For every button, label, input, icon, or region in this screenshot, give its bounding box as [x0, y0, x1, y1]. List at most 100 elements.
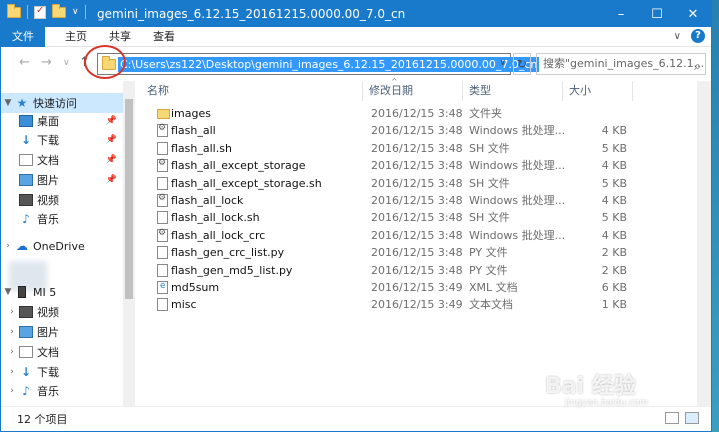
table-row[interactable]: flash_all_lock.sh 2016/12/15 3:48 SH 文件 5 K…: [141, 209, 697, 226]
table-row[interactable]: flash_all_except_storage 2016/12/15 3:48 W…: [141, 157, 697, 174]
tab-home[interactable]: 主页: [55, 27, 97, 47]
recent-locations-chevron-icon[interactable]: ∨: [63, 58, 70, 68]
file-icon: [157, 263, 168, 277]
table-row[interactable]: flash_gen_md5_list.py 2016/12/15 3:48 PY 文…: [141, 262, 697, 279]
desktop-icon: [19, 115, 33, 127]
customize-toolbar-chevron-icon[interactable]: ∨: [72, 7, 79, 17]
sidebar-item-label: 图片: [37, 326, 59, 339]
sidebar-scrollbar[interactable]: [123, 81, 135, 406]
collapsed-chevron-icon[interactable]: ›: [1, 241, 15, 251]
expanded-chevron-icon[interactable]: ▼: [1, 98, 15, 108]
tab-share[interactable]: 共享: [99, 27, 141, 47]
sidebar-item-device-music[interactable]: › ♪ 音乐: [1, 381, 123, 401]
table-row[interactable]: images 2016/12/15 3:48 文件夹: [141, 105, 697, 122]
sidebar-item-device-documents[interactable]: › 文档: [1, 342, 123, 362]
new-folder-icon[interactable]: [52, 3, 66, 18]
file-name: flash_all: [171, 124, 216, 138]
maximize-button[interactable]: ☐: [639, 1, 675, 27]
address-bar[interactable]: C:\Users\zs122\Desktop\gemini_images_6.1…: [97, 53, 540, 75]
refresh-button[interactable]: ↻: [513, 53, 531, 75]
sidebar-item-quick-access[interactable]: ▼ ★ 快速访问: [1, 93, 123, 113]
batch-file-icon: [157, 123, 168, 138]
annotation-circle: [84, 45, 126, 79]
file-type: 文本文档: [469, 298, 513, 312]
table-row[interactable]: flash_all_except_storage.sh 2016/12/15 3:…: [141, 175, 697, 192]
column-header-size[interactable]: 大小: [563, 81, 633, 101]
file-date: 2016/12/15 3:48: [371, 263, 463, 277]
sidebar-item-documents[interactable]: 文档 📌: [1, 150, 123, 170]
help-icon[interactable]: ?: [691, 29, 705, 43]
pin-icon: 📌: [105, 175, 117, 185]
search-placeholder: 搜索"gemini_images_6.12.1...: [543, 57, 705, 70]
column-header-type[interactable]: 类型: [463, 81, 563, 101]
file-name: flash_gen_md5_list.py: [171, 263, 293, 277]
collapsed-chevron-icon[interactable]: ›: [5, 307, 19, 317]
table-row[interactable]: flash_all 2016/12/15 3:48 Windows 批处理... 4 …: [141, 122, 697, 139]
sidebar-item-pictures[interactable]: 图片 📌: [1, 170, 123, 190]
file-type: PY 文件: [469, 263, 508, 277]
sidebar-item-onedrive[interactable]: › ☁ OneDrive: [1, 236, 123, 256]
column-header-name[interactable]: 名称: [141, 81, 363, 101]
file-date: 2016/12/15 3:48: [371, 159, 463, 173]
search-input[interactable]: 搜索"gemini_images_6.12.1... ⌕: [536, 53, 706, 75]
table-row[interactable]: md5sum 2016/12/15 3:49 XML 文档 6 KB: [141, 279, 697, 296]
scrollbar-thumb[interactable]: [125, 99, 133, 299]
file-name: flash_all_lock: [171, 194, 244, 207]
folder-icon: [7, 3, 21, 18]
close-button[interactable]: ✕: [675, 1, 711, 27]
table-row[interactable]: misc 2016/12/15 3:49 文本文档 1 KB: [141, 296, 697, 313]
sidebar-item-device-pictures[interactable]: › 图片: [1, 322, 123, 342]
tab-file[interactable]: 文件: [1, 27, 45, 47]
sidebar-item-device-videos[interactable]: › 视频: [1, 302, 123, 322]
sidebar-item-desktop[interactable]: 桌面 📌: [1, 111, 123, 131]
sidebar-item-downloads[interactable]: ↓ 下载 📌: [1, 130, 123, 150]
file-type: XML 文档: [469, 281, 518, 294]
expanded-chevron-icon[interactable]: ▼: [1, 287, 15, 297]
file-size: 4 KB: [601, 194, 627, 207]
table-row[interactable]: flash_gen_crc_list.py 2016/12/15 3:48 PY 文…: [141, 244, 697, 261]
properties-icon[interactable]: [34, 5, 46, 19]
file-type: SH 文件: [469, 141, 510, 155]
file-date: 2016/12/15 3:48: [371, 194, 463, 207]
file-date: 2016/12/15 3:49: [371, 298, 463, 312]
file-name: flash_all.sh: [171, 141, 232, 155]
pictures-icon: [19, 326, 33, 338]
file-size: 2 KB: [601, 263, 627, 277]
tab-view[interactable]: 查看: [143, 27, 185, 47]
forward-arrow-icon[interactable]: →: [41, 55, 52, 70]
title-bar[interactable]: ∨ gemini_images_6.12.15_20161215.0000.00…: [1, 1, 711, 27]
table-row[interactable]: flash_all.sh 2016/12/15 3:48 SH 文件 5 KB: [141, 140, 697, 157]
table-row[interactable]: flash_all_lock 2016/12/15 3:48 Windows 批处理…: [141, 192, 697, 209]
file-name: flash_all_lock_crc: [171, 228, 266, 242]
sidebar-item-music[interactable]: ♪ 音乐: [1, 209, 123, 229]
table-row[interactable]: flash_all_lock_crc 2016/12/15 3:48 Windows…: [141, 227, 697, 244]
xml-file-icon: [157, 281, 168, 294]
star-icon: ★: [16, 96, 28, 110]
address-history-chevron-icon[interactable]: ∨: [499, 58, 506, 68]
expand-ribbon-chevron-icon[interactable]: ∨: [674, 31, 681, 42]
collapsed-chevron-icon[interactable]: ›: [5, 367, 19, 377]
collapsed-chevron-icon[interactable]: ›: [5, 327, 19, 337]
address-path[interactable]: C:\Users\zs122\Desktop\gemini_images_6.1…: [118, 57, 540, 72]
sidebar-item-device-downloads[interactable]: › ↓ 下载: [1, 362, 123, 382]
pictures-icon: [19, 174, 33, 186]
batch-file-icon: [157, 193, 168, 207]
sidebar-item-videos[interactable]: 视频: [1, 190, 123, 210]
video-icon: [19, 306, 33, 318]
collapsed-chevron-icon[interactable]: ›: [5, 347, 19, 357]
minimize-button[interactable]: –: [603, 1, 639, 27]
file-date: 2016/12/15 3:48: [371, 124, 463, 138]
column-header-date[interactable]: 修改日期: [363, 81, 463, 101]
sidebar-item-device[interactable]: ▼ MI 5: [1, 282, 123, 302]
file-list-scrollbar[interactable]: [697, 81, 711, 406]
file-size: 5 KB: [601, 141, 627, 155]
file-size: 5 KB: [601, 211, 627, 225]
sidebar-item-label: 快速访问: [33, 97, 77, 110]
sidebar-item-label: 音乐: [37, 213, 59, 226]
toolbar-separator: [27, 5, 28, 19]
file-name: flash_gen_crc_list.py: [171, 246, 285, 260]
collapsed-chevron-icon[interactable]: ›: [5, 386, 19, 396]
sidebar-item-label: 下载: [37, 134, 59, 147]
back-arrow-icon[interactable]: ←: [19, 55, 30, 70]
file-name: flash_all_except_storage.sh: [171, 176, 322, 190]
